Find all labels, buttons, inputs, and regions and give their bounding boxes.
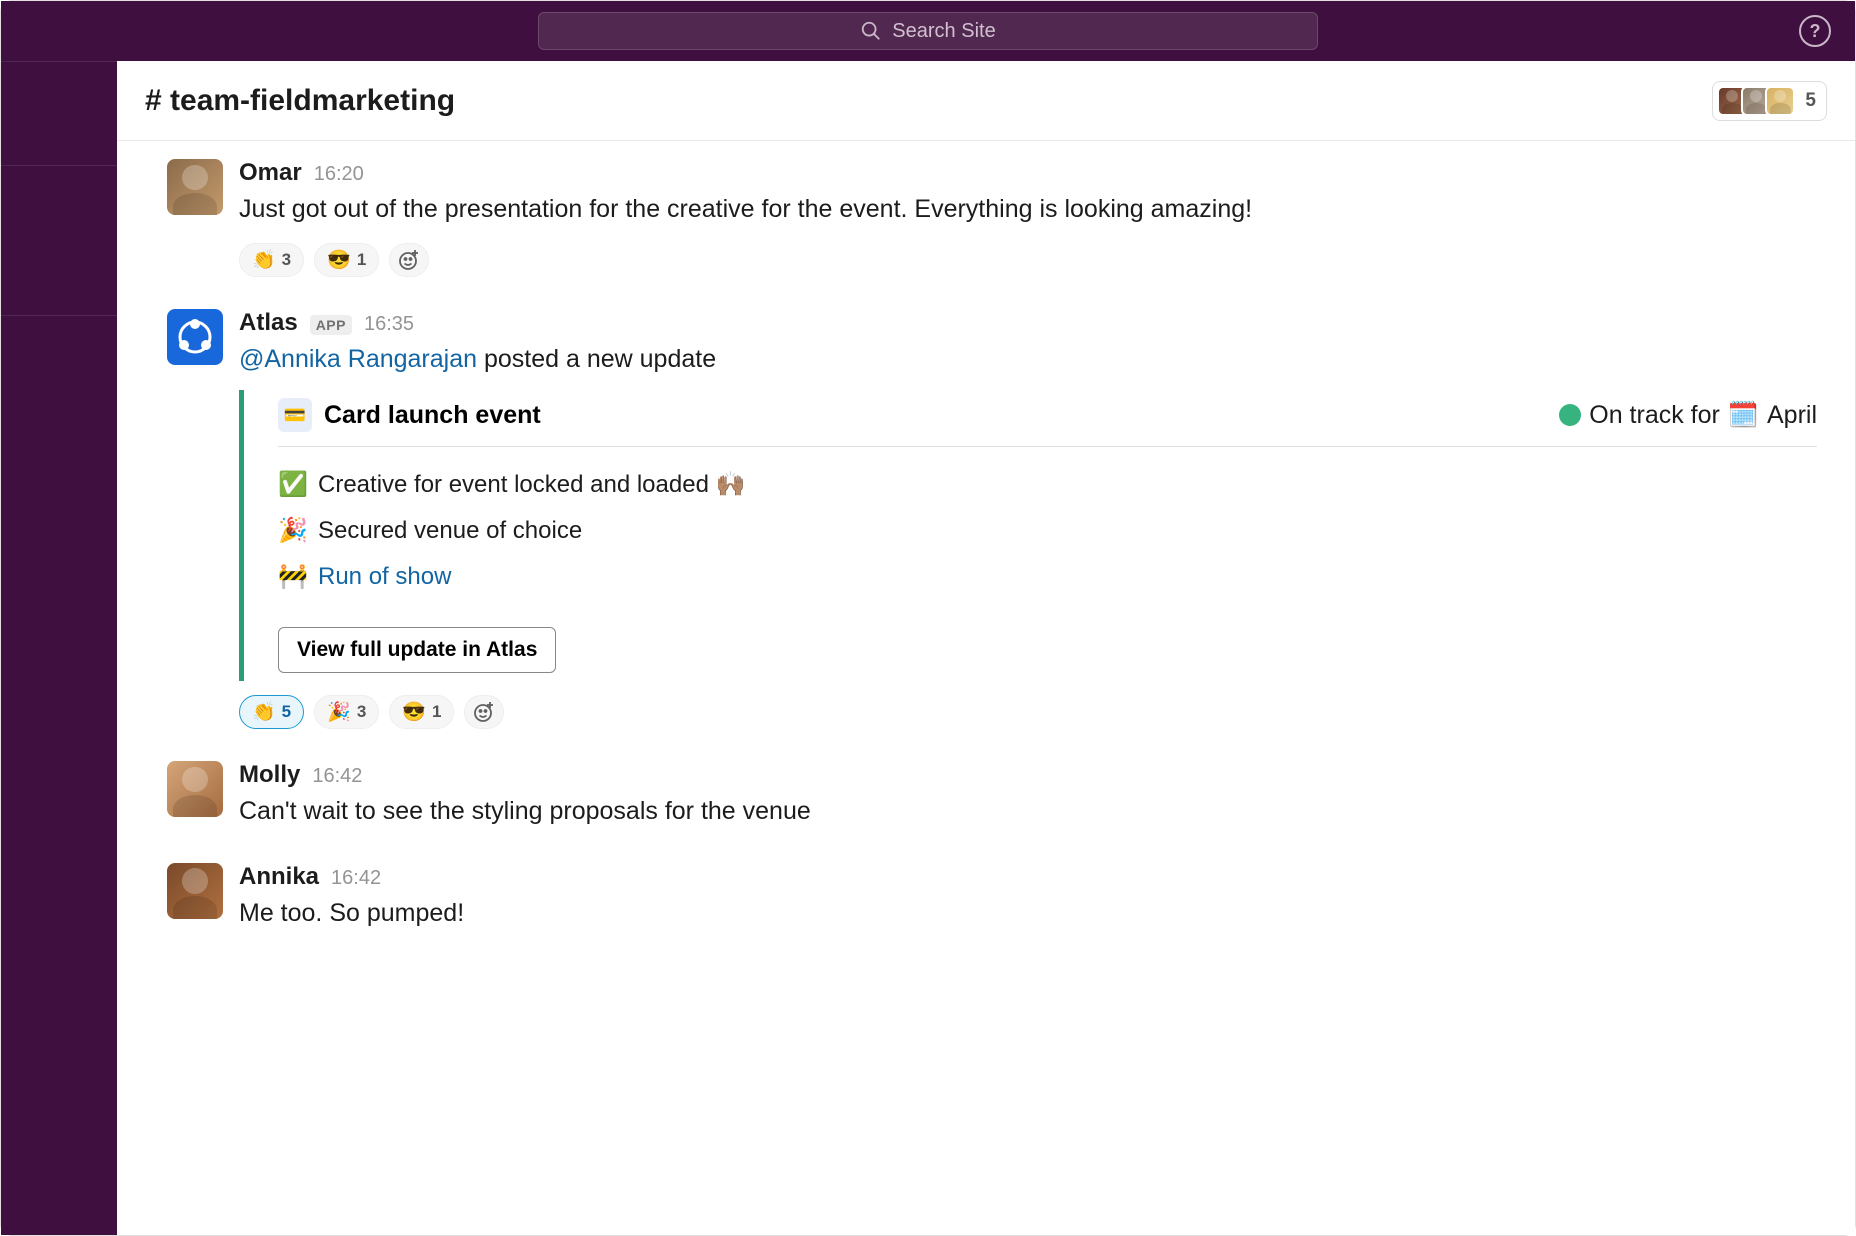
party-icon: 🎉	[278, 513, 306, 549]
message-author[interactable]: Atlas	[239, 309, 298, 337]
card-item-link[interactable]: Run of show	[318, 559, 451, 595]
channel-title[interactable]: # team-fieldmarketing	[145, 84, 455, 118]
reaction-count: 1	[357, 250, 366, 270]
member-summary[interactable]: 5	[1712, 81, 1827, 121]
atlas-icon	[175, 317, 215, 357]
search-input[interactable]: Search Site	[538, 12, 1318, 50]
reaction-cool[interactable]: 😎 1	[314, 243, 379, 277]
message-annika: Annika 16:42 Me too. So pumped!	[167, 863, 1817, 933]
sidebar-section-2[interactable]	[1, 166, 117, 316]
message-time: 16:20	[314, 163, 364, 186]
search-icon	[860, 20, 882, 42]
message-text: Just got out of the presentation for the…	[239, 191, 1817, 229]
avatar-molly[interactable]	[167, 761, 223, 817]
card-title[interactable]: Card launch event	[324, 401, 541, 430]
message-author[interactable]: Annika	[239, 863, 319, 891]
reaction-count: 1	[432, 702, 441, 722]
atlas-card: 💳 Card launch event On track for 🗓️ Apri…	[239, 390, 1817, 681]
channel-header: # team-fieldmarketing 5	[117, 61, 1855, 141]
cool-icon: 😎	[402, 700, 426, 724]
avatar-atlas[interactable]	[167, 309, 223, 365]
topbar: Search Site ?	[1, 1, 1855, 61]
message-text: @Annika Rangarajan posted a new update	[239, 341, 1817, 379]
message-author[interactable]: Omar	[239, 159, 302, 187]
reaction-count: 3	[357, 702, 366, 722]
status-text: On track for	[1589, 401, 1720, 430]
reaction-cool[interactable]: 😎 1	[389, 695, 454, 729]
message-time: 16:42	[331, 867, 381, 890]
message-author[interactable]: Molly	[239, 761, 300, 789]
message-molly: Molly 16:42 Can't wait to see the stylin…	[167, 761, 1817, 831]
sidebar	[1, 61, 117, 1235]
avatar-annika[interactable]	[167, 863, 223, 919]
message-text: Me too. So pumped!	[239, 895, 1817, 933]
card-status: On track for 🗓️ April	[1559, 401, 1817, 430]
message-atlas: Atlas APP 16:35 @Annika Rangarajan poste…	[167, 309, 1817, 730]
message-time: 16:35	[364, 313, 414, 336]
card-item: 🚧 Run of show	[278, 559, 1817, 595]
message-omar: Omar 16:20 Just got out of the presentat…	[167, 159, 1817, 277]
card-icon: 💳	[278, 398, 312, 432]
avatar-omar[interactable]	[167, 159, 223, 215]
card-item: 🎉 Secured venue of choice	[278, 513, 1817, 549]
add-reaction-icon	[472, 700, 496, 724]
reactions: 👏 3 😎 1	[239, 243, 1817, 277]
user-mention[interactable]: @Annika Rangarajan	[239, 345, 477, 373]
sidebar-section-1[interactable]	[1, 62, 117, 166]
search-placeholder: Search Site	[892, 20, 995, 43]
app-badge: APP	[310, 315, 352, 335]
message-time: 16:42	[312, 765, 362, 788]
hands-icon: 🙌🏽	[716, 471, 746, 498]
member-count: 5	[1805, 90, 1816, 112]
messages: Omar 16:20 Just got out of the presentat…	[117, 141, 1855, 964]
main-pane: # team-fieldmarketing 5 Omar	[117, 61, 1855, 1235]
reaction-clap[interactable]: 👏 5	[239, 695, 304, 729]
reaction-count: 5	[282, 702, 291, 722]
add-reaction-icon	[397, 248, 421, 272]
card-item: ✅ Creative for event locked and loaded 🙌…	[278, 467, 1817, 503]
add-reaction-button[interactable]	[389, 243, 429, 277]
status-date: April	[1767, 401, 1817, 430]
reaction-count: 3	[282, 250, 291, 270]
card-item-text: Creative for event locked and loaded	[318, 471, 716, 498]
check-icon: ✅	[278, 467, 306, 503]
party-icon: 🎉	[327, 700, 351, 724]
member-avatar-3	[1765, 86, 1795, 116]
help-button[interactable]: ?	[1799, 15, 1831, 47]
help-icon: ?	[1810, 21, 1821, 42]
cool-icon: 😎	[327, 248, 351, 272]
reaction-clap[interactable]: 👏 3	[239, 243, 304, 277]
status-dot-icon	[1559, 404, 1581, 426]
message-suffix: posted a new update	[477, 345, 716, 373]
construction-icon: 🚧	[278, 559, 306, 595]
message-text: Can't wait to see the styling proposals …	[239, 793, 1817, 831]
card-item-text: Secured venue of choice	[318, 513, 582, 549]
add-reaction-button[interactable]	[464, 695, 504, 729]
reaction-party[interactable]: 🎉 3	[314, 695, 379, 729]
calendar-icon: 🗓️	[1728, 401, 1759, 430]
reactions: 👏 5 🎉 3 😎 1	[239, 695, 1817, 729]
clap-icon: 👏	[252, 700, 276, 724]
view-full-update-button[interactable]: View full update in Atlas	[278, 627, 556, 673]
clap-icon: 👏	[252, 248, 276, 272]
